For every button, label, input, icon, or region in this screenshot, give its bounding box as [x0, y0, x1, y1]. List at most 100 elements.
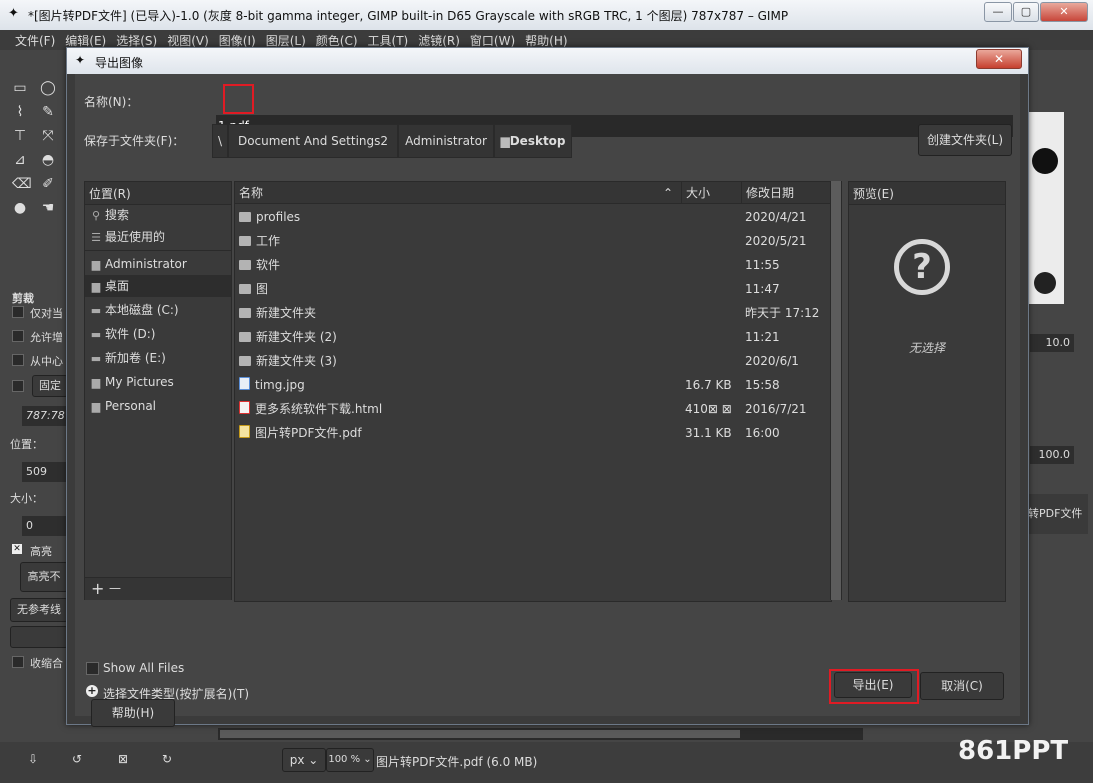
restore-icon[interactable]: ↻: [162, 752, 172, 766]
highlight-combo[interactable]: 高亮不: [20, 562, 68, 592]
position-field[interactable]: 509: [22, 462, 70, 482]
column-name[interactable]: 名称 ⌃: [235, 182, 682, 204]
place-label: 最近使用的: [105, 230, 166, 244]
file-list-scrollbar[interactable]: [830, 181, 842, 600]
place-administrator[interactable]: ▆ Administrator: [85, 253, 231, 275]
highlight-checkbox[interactable]: ✕: [12, 544, 22, 554]
file-name: 工作: [256, 234, 281, 248]
preview-panel: 预览(E) ? 无选择: [848, 181, 1006, 602]
folder-icon: [239, 308, 251, 318]
column-modified-label: 修改日期: [746, 186, 795, 200]
transform-icon[interactable]: ⤧: [40, 128, 56, 144]
place-label: 软件 (D:): [105, 327, 156, 341]
right-dock: 10.0 100.0 转PDF文件: [1026, 50, 1093, 783]
checkbox-fixed[interactable]: [12, 380, 24, 392]
places-header[interactable]: 位置(R): [85, 182, 231, 205]
ratio-field[interactable]: 787:78: [22, 406, 70, 426]
file-row[interactable]: 工作 2020/5/21: [235, 229, 831, 253]
place-recent[interactable]: ☰ 最近使用的: [85, 226, 231, 248]
folder-icon: ▆: [91, 400, 101, 413]
export-icon[interactable]: ⇩: [28, 752, 38, 766]
crop-title: 剪裁: [12, 292, 34, 305]
smudge-icon[interactable]: ☚: [40, 200, 56, 216]
opacity-field[interactable]: 100.0: [1030, 446, 1074, 464]
place-desktop[interactable]: ▆ 桌面: [85, 275, 231, 297]
minimize-button[interactable]: —: [984, 2, 1012, 22]
folder-icon: ▆: [91, 280, 101, 293]
path-segment-settings[interactable]: Document And Settings2: [228, 124, 398, 158]
auto-shrink-button[interactable]: [10, 626, 68, 648]
zoom-combo[interactable]: 100 % ⌄: [326, 748, 374, 772]
fixed-ratio-combo[interactable]: 固定: [32, 375, 68, 397]
reset-icon[interactable]: ↺: [72, 752, 82, 766]
close-window-button[interactable]: ✕: [1040, 2, 1088, 22]
bucket-fill-icon[interactable]: ◓: [40, 152, 56, 168]
horizontal-scrollbar[interactable]: [218, 728, 863, 740]
place-my-pictures[interactable]: ▆ My Pictures: [85, 371, 231, 393]
guides-combo[interactable]: 无参考线: [10, 598, 68, 622]
file-modified: 11:47: [745, 282, 780, 296]
crop-icon[interactable]: ⊤: [12, 128, 28, 144]
color-picker-icon[interactable]: ✎: [40, 104, 56, 120]
help-button[interactable]: 帮助(H): [91, 699, 175, 727]
maximize-button[interactable]: ▢: [1013, 2, 1039, 22]
file-row[interactable]: 新建文件夹 (3) 2020/6/1: [235, 349, 831, 373]
eraser-icon[interactable]: ⌫: [12, 176, 32, 192]
place-label: My Pictures: [105, 375, 174, 389]
highlight-label: 高亮: [30, 545, 52, 558]
column-name-label: 名称: [239, 186, 264, 200]
perspective-icon[interactable]: ⊿: [12, 152, 28, 168]
places-footer: + —: [85, 577, 231, 600]
file-size: 16.7 KB: [685, 378, 732, 392]
shrink-merged-checkbox[interactable]: [12, 656, 24, 668]
place-drive-c[interactable]: ▬ 本地磁盘 (C:): [85, 299, 231, 321]
place-search[interactable]: ⚲ 搜索: [85, 204, 231, 226]
drive-icon: ▬: [90, 352, 102, 365]
file-row[interactable]: 更多系统软件下载.html 410⊠ ⊠ 2016/7/21: [235, 397, 831, 421]
shrink-merged-label: 收缩合: [30, 657, 63, 670]
dialog-title: 导出图像: [95, 56, 144, 70]
file-row[interactable]: 软件 11:55: [235, 253, 831, 277]
ellipse-select-icon[interactable]: ◯: [40, 80, 56, 96]
column-size[interactable]: 大小: [682, 182, 742, 204]
rect-select-icon[interactable]: ▭: [12, 80, 28, 96]
dialog-close-button[interactable]: ✕: [976, 49, 1022, 69]
checkbox-current-layer[interactable]: [12, 306, 24, 318]
remove-bookmark-button[interactable]: —: [109, 581, 121, 595]
spacing-field[interactable]: 10.0: [1030, 334, 1074, 352]
file-row[interactable]: 图 11:47: [235, 277, 831, 301]
file-row[interactable]: 新建文件夹 (2) 11:21: [235, 325, 831, 349]
scrollbar-thumb[interactable]: [831, 181, 841, 600]
place-personal[interactable]: ▆ Personal: [85, 395, 231, 417]
checkbox-from-center[interactable]: [12, 354, 24, 366]
file-row[interactable]: 新建文件夹 昨天于 17:12: [235, 301, 831, 325]
file-row[interactable]: timg.jpg 16.7 KB 15:58: [235, 373, 831, 397]
file-row[interactable]: 图片转PDF文件.pdf 31.1 KB 16:00: [235, 421, 831, 445]
path-segment-desktop[interactable]: ▆Desktop: [494, 124, 572, 158]
checkbox-allow-grow[interactable]: [12, 330, 24, 342]
place-drive-d[interactable]: ▬ 软件 (D:): [85, 323, 231, 345]
preview-header[interactable]: 预览(E): [849, 182, 1005, 205]
pdf-file-icon: [239, 425, 250, 438]
place-drive-e[interactable]: ▬ 新加卷 (E:): [85, 347, 231, 369]
path-root-button[interactable]: \: [212, 124, 228, 158]
folder-icon: [239, 332, 251, 342]
add-bookmark-button[interactable]: +: [91, 579, 104, 598]
places-panel: 位置(R) ⚲ 搜索 ☰ 最近使用的 ▆ Administrator ▆ 桌面 ▬ 本地磁…: [84, 181, 232, 600]
path-segment-administrator[interactable]: Administrator: [398, 124, 494, 158]
cancel-button[interactable]: 取消(C): [920, 672, 1004, 700]
size-field[interactable]: 0: [22, 516, 70, 536]
airbrush-icon[interactable]: ✐: [40, 176, 56, 192]
dialog-body: 名称(N)： 保存于文件夹(F)： \ Document And Setting…: [75, 74, 1020, 727]
column-modified[interactable]: 修改日期: [742, 182, 831, 204]
expander-plus-icon[interactable]: +: [86, 685, 98, 697]
file-row[interactable]: profiles 2020/4/21: [235, 205, 831, 229]
layer-name[interactable]: 转PDF文件: [1028, 494, 1088, 534]
delete-icon[interactable]: ⊠: [118, 752, 128, 766]
show-all-files-checkbox[interactable]: [86, 662, 99, 675]
export-button[interactable]: 导出(E): [834, 672, 912, 698]
blur-icon[interactable]: ●: [12, 200, 28, 216]
create-folder-button[interactable]: 创建文件夹(L): [918, 124, 1012, 156]
unit-combo[interactable]: px ⌄: [282, 748, 326, 772]
free-select-icon[interactable]: ⌇: [12, 104, 28, 120]
